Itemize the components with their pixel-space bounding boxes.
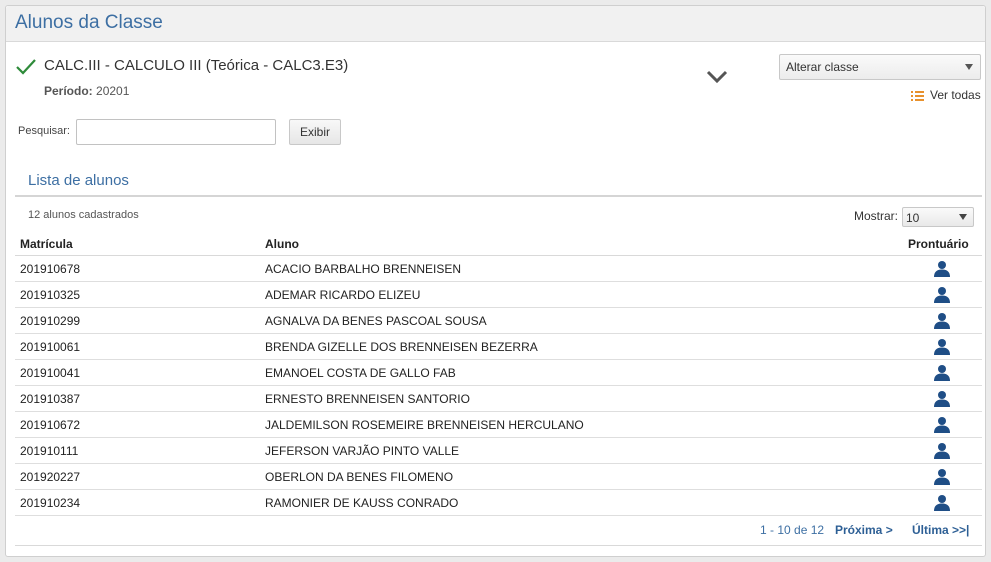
user-icon[interactable] [933, 364, 951, 382]
divider [15, 545, 982, 546]
search-label: Pesquisar: [18, 125, 70, 137]
user-icon[interactable] [933, 338, 951, 356]
aluno-cell: ACACIO BARBALHO BRENNEISEN [265, 262, 462, 276]
aluno-cell: JALDEMILSON ROSEMEIRE BRENNEISEN HERCULA… [265, 418, 584, 432]
change-class-select-value: Alterar classe [786, 60, 859, 74]
change-class-select[interactable]: Alterar classe [779, 54, 981, 80]
see-all-label: Ver todas [930, 88, 981, 102]
aluno-cell: AGNALVA DA BENES PASCOAL SOUSA [265, 314, 487, 328]
search-input[interactable] [76, 119, 276, 145]
panel-header: Alunos da Classe [6, 6, 985, 42]
aluno-cell: JEFERSON VARJÃO PINTO VALLE [265, 444, 460, 458]
table-row: 201910061 BRENDA GIZELLE DOS BRENNEISEN B… [15, 334, 982, 360]
aluno-cell: BRENDA GIZELLE DOS BRENNEISEN BEZERRA [265, 340, 538, 354]
show-button[interactable]: Exibir [289, 119, 341, 145]
aluno-cell: RAMONIER DE KAUSS CONRADO [265, 496, 459, 510]
user-icon[interactable] [933, 494, 951, 512]
matricula-cell: 201910672 [20, 418, 81, 432]
user-icon[interactable] [933, 468, 951, 486]
class-name: CALC.III - CALCULO III (Teórica - CALC3.… [44, 57, 349, 74]
column-header-matricula: Matrícula [20, 237, 73, 251]
dropdown-arrow-icon [959, 214, 967, 220]
table-row: 201910234 RAMONIER DE KAUSS CONRADO [15, 490, 982, 516]
user-icon[interactable] [933, 260, 951, 278]
period-value: 20201 [96, 84, 130, 98]
table-row: 201910387 ERNESTO BRENNEISEN SANTORIO [15, 386, 982, 412]
matricula-cell: 201910387 [20, 392, 81, 406]
table-row: 201910325 ADEMAR RICARDO ELIZEU [15, 282, 982, 308]
period-label: Período: [44, 84, 93, 98]
user-icon[interactable] [933, 390, 951, 408]
see-all-link[interactable]: Ver todas [911, 88, 981, 102]
students-panel: Alunos da Classe CALC.III - CALCULO III … [5, 5, 986, 557]
pagination-range: 1 - 10 de 12 [760, 523, 825, 537]
student-count: 12 alunos cadastrados [28, 209, 139, 221]
matricula-cell: 201920227 [20, 470, 81, 484]
column-header-prontuario: Prontuário [908, 237, 969, 251]
list-icon [911, 90, 924, 101]
page-size-value: 10 [906, 211, 920, 225]
matricula-cell: 201910325 [20, 288, 81, 302]
aluno-cell: EMANOEL COSTA DE GALLO FAB [265, 366, 456, 380]
table-row: 201910111 JEFERSON VARJÃO PINTO VALLE [15, 438, 982, 464]
user-icon[interactable] [933, 416, 951, 434]
aluno-cell: ERNESTO BRENNEISEN SANTORIO [265, 392, 470, 406]
matricula-cell: 201910678 [20, 262, 81, 276]
last-page-link[interactable]: Última >>| [912, 523, 969, 537]
table-body: 201910678 ACACIO BARBALHO BRENNEISEN 20191… [15, 256, 982, 516]
aluno-cell: ADEMAR RICARDO ELIZEU [265, 288, 421, 302]
students-table: Matrícula Aluno Prontuário 201910678 ACAC… [15, 233, 982, 516]
table-row: 201910041 EMANOEL COSTA DE GALLO FAB [15, 360, 982, 386]
period: Período: 20201 [44, 84, 129, 98]
table-row: 201910672 JALDEMILSON ROSEMEIRE BRENNEISE… [15, 412, 982, 438]
user-icon[interactable] [933, 312, 951, 330]
divider [15, 195, 982, 197]
matricula-cell: 201910041 [20, 366, 81, 380]
matricula-cell: 201910061 [20, 340, 81, 354]
page-title: Alunos da Classe [15, 12, 163, 33]
chevron-down-icon[interactable] [705, 69, 729, 85]
matricula-cell: 201910299 [20, 314, 81, 328]
table-row: 201920227 OBERLON DA BENES FILOMENO [15, 464, 982, 490]
next-page-link[interactable]: Próxima > [835, 523, 893, 537]
user-icon[interactable] [933, 286, 951, 304]
page-size-label: Mostrar: [854, 209, 899, 223]
column-header-aluno: Aluno [265, 237, 299, 251]
dropdown-arrow-icon [965, 64, 973, 70]
table-header: Matrícula Aluno Prontuário [15, 233, 982, 256]
matricula-cell: 201910111 [20, 444, 79, 458]
table-row: 201910678 ACACIO BARBALHO BRENNEISEN [15, 256, 982, 282]
check-icon [16, 59, 36, 75]
table-row: 201910299 AGNALVA DA BENES PASCOAL SOUSA [15, 308, 982, 334]
aluno-cell: OBERLON DA BENES FILOMENO [265, 470, 454, 484]
matricula-cell: 201910234 [20, 496, 81, 510]
user-icon[interactable] [933, 442, 951, 460]
page-size-select[interactable]: 10 [902, 207, 974, 227]
class-info: CALC.III - CALCULO III (Teórica - CALC3.… [15, 54, 981, 106]
section-title: Lista de alunos [28, 172, 129, 189]
